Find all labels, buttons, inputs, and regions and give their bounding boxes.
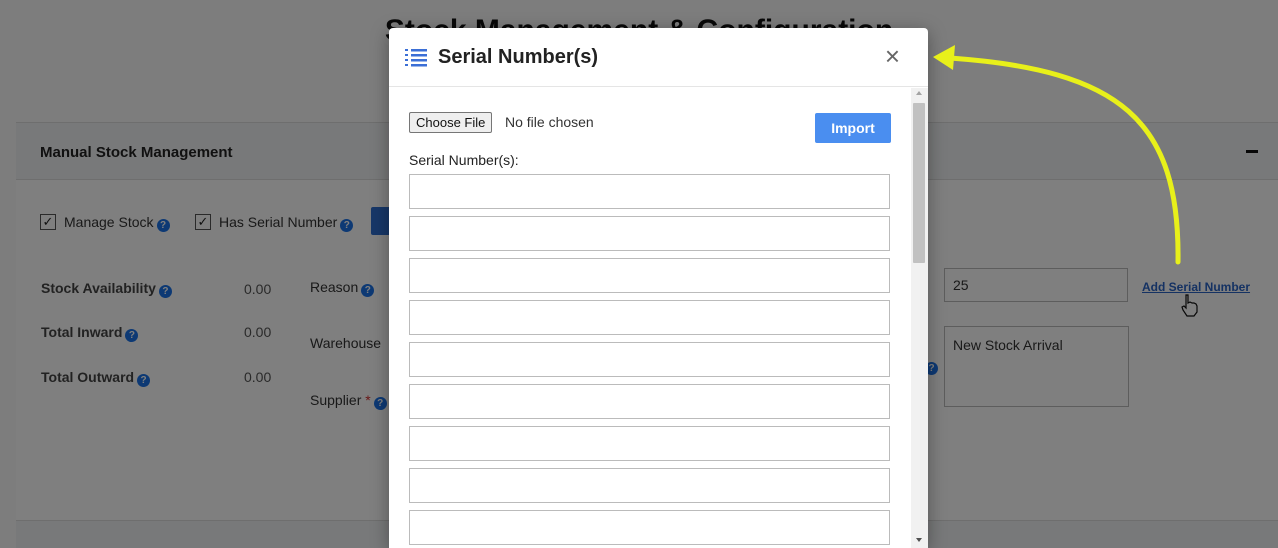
serial-number-input[interactable] (409, 426, 890, 461)
modal-scrollbar[interactable] (911, 88, 928, 548)
serial-number-input[interactable] (409, 468, 890, 503)
import-button[interactable]: Import (815, 113, 891, 143)
serial-number-input[interactable] (409, 384, 890, 419)
modal-body: Choose File No file chosen Import Serial… (389, 88, 911, 548)
choose-file-button[interactable]: Choose File (409, 112, 493, 133)
serial-numbers-modal: Serial Number(s) × Choose File No file c… (389, 28, 928, 548)
list-icon (404, 48, 428, 68)
serial-number-input[interactable] (409, 216, 890, 251)
modal-header: Serial Number(s) × (389, 28, 928, 87)
scroll-down-arrow-icon[interactable] (916, 538, 922, 542)
modal-title: Serial Number(s) (438, 46, 599, 68)
serial-number-input[interactable] (409, 510, 890, 545)
file-status-text: No file chosen (505, 114, 594, 130)
serial-number-input[interactable] (409, 300, 890, 335)
serial-number-input[interactable] (409, 258, 890, 293)
scroll-thumb[interactable] (913, 103, 925, 263)
serial-numbers-label: Serial Number(s): (409, 152, 519, 168)
close-icon[interactable]: × (885, 42, 900, 70)
serial-number-input[interactable] (409, 342, 890, 377)
serial-number-list (409, 174, 891, 548)
serial-number-input[interactable] (409, 174, 890, 209)
scroll-up-arrow-icon[interactable] (916, 91, 922, 95)
